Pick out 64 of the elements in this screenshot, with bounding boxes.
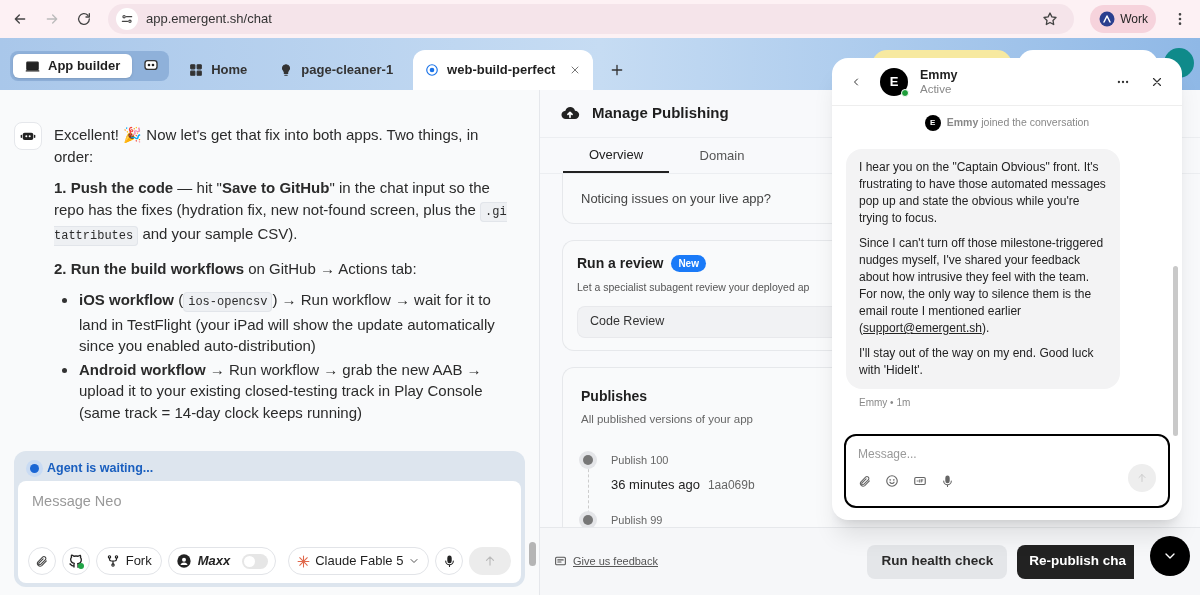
panel-title: Manage Publishing — [592, 103, 729, 124]
sparkle-icon — [297, 554, 311, 568]
microphone-icon[interactable] — [941, 474, 954, 488]
gif-icon[interactable] — [913, 474, 927, 488]
scrollbar-thumb[interactable] — [1173, 266, 1178, 436]
maxx-toggle[interactable] — [242, 553, 269, 569]
paperclip-icon — [35, 554, 49, 568]
message-paragraph: Since I can't turn off those milestone-triggered nudges myself, I've shared your feedback about how intrusive they feel with the team. For now, the only way to silence them is the email route I mentioned earlier (support@emergent.sh). — [859, 235, 1105, 337]
join-notice: Emmy joined the conversation — [946, 115, 1090, 131]
publishes-title: Publishes — [581, 386, 648, 406]
message-paragraph: I hear you on the "Captain Obvious" front. It's frustrating to have those automated messages pop up and state the obvious while you're trying to focus. — [859, 159, 1107, 227]
publish-label: Publish 100 — [611, 453, 670, 468]
agent-name: Emmy — [920, 67, 958, 82]
agent-avatar: E — [880, 67, 908, 96]
review-title: Run a review — [577, 254, 664, 273]
list-item-text: iOS workflow ( ios-opencsv ) → Run workflow → wait for it to land in TestFlight (your iPad will show the update automatically since you enabled auto-distribution) — [79, 290, 496, 356]
agent-status: Active — [920, 82, 953, 96]
publishes-subtitle: All published versions of your app — [581, 411, 753, 427]
paperclip-icon[interactable] — [858, 474, 871, 488]
publish-label: Publish 99 — [611, 513, 663, 527]
profile-button[interactable]: Work — [1090, 5, 1156, 33]
review-description: Let a specialist subagent review your deployed ap — [577, 280, 810, 295]
reload-icon[interactable] — [76, 11, 92, 27]
home-tab[interactable]: Home — [177, 50, 260, 90]
profile-avatar-icon — [1098, 10, 1117, 28]
url-text: app.emergent.sh/chat — [146, 10, 272, 29]
back-icon[interactable] — [12, 11, 28, 27]
message-paragraph: Excellent! 🎉 Now let's get that fix into both apps. Two things, in order: — [54, 125, 480, 167]
microphone-icon — [442, 554, 456, 568]
maxx-label: Maxx — [197, 552, 231, 571]
commit-hash: 1aa069b — [707, 476, 755, 494]
github-icon — [67, 553, 84, 569]
message-paragraph: 2. Run the build workflows on GitHub → Actions tab: — [54, 258, 418, 279]
project-tab[interactable]: page-cleaner-1 — [267, 50, 406, 90]
agent-status: Agent is waiting... — [47, 459, 154, 477]
scrollbar-thumb[interactable] — [529, 542, 536, 566]
site-settings-icon[interactable] — [120, 12, 134, 26]
project-tab[interactable]: web-build-perfect — [413, 50, 594, 90]
new-badge: New — [671, 255, 706, 272]
feedback-link[interactable]: Give us feedback — [554, 553, 658, 570]
health-check-button[interactable]: Run health check — [867, 544, 1008, 579]
fork-icon — [105, 554, 120, 568]
comment-icon — [554, 555, 567, 568]
panel-tab[interactable]: Domain — [669, 138, 775, 173]
list-item-text: Android workflow → Run workflow → grab the new AAB → upload it to your existing closed-testing track in Play Console (same track = 14-day clock keeps running) — [79, 359, 484, 423]
email-link[interactable]: support@emergent.sh — [863, 321, 982, 335]
message-input[interactable]: Message Neo — [28, 489, 511, 513]
app-builder-tab[interactable]: App builder — [13, 54, 133, 78]
laptop-icon — [25, 58, 40, 74]
smiley-icon[interactable] — [885, 474, 899, 488]
arrow-up-icon — [1136, 472, 1148, 484]
publish-time: 36 minutes ago — [611, 475, 700, 494]
address-bar[interactable]: app.emergent.sh/chat — [108, 4, 1075, 34]
message-input[interactable]: Message... — [858, 444, 1156, 464]
republish-button[interactable]: Re-publish cha — [1017, 544, 1134, 579]
user-circle-icon — [175, 553, 192, 569]
radio-dot-icon — [425, 63, 440, 77]
issues-text: Noticing issues on your live app? — [581, 189, 772, 208]
star-icon[interactable] — [1042, 11, 1059, 27]
message-paragraph: I'll stay out of the way on my end. Good luck with 'HideIt'. — [859, 345, 1095, 379]
review-type-option[interactable]: Code Review — [577, 305, 832, 338]
agent-avatar: E — [924, 115, 941, 131]
message-meta: Emmy • 1m — [859, 396, 912, 410]
grid-icon — [189, 63, 204, 77]
